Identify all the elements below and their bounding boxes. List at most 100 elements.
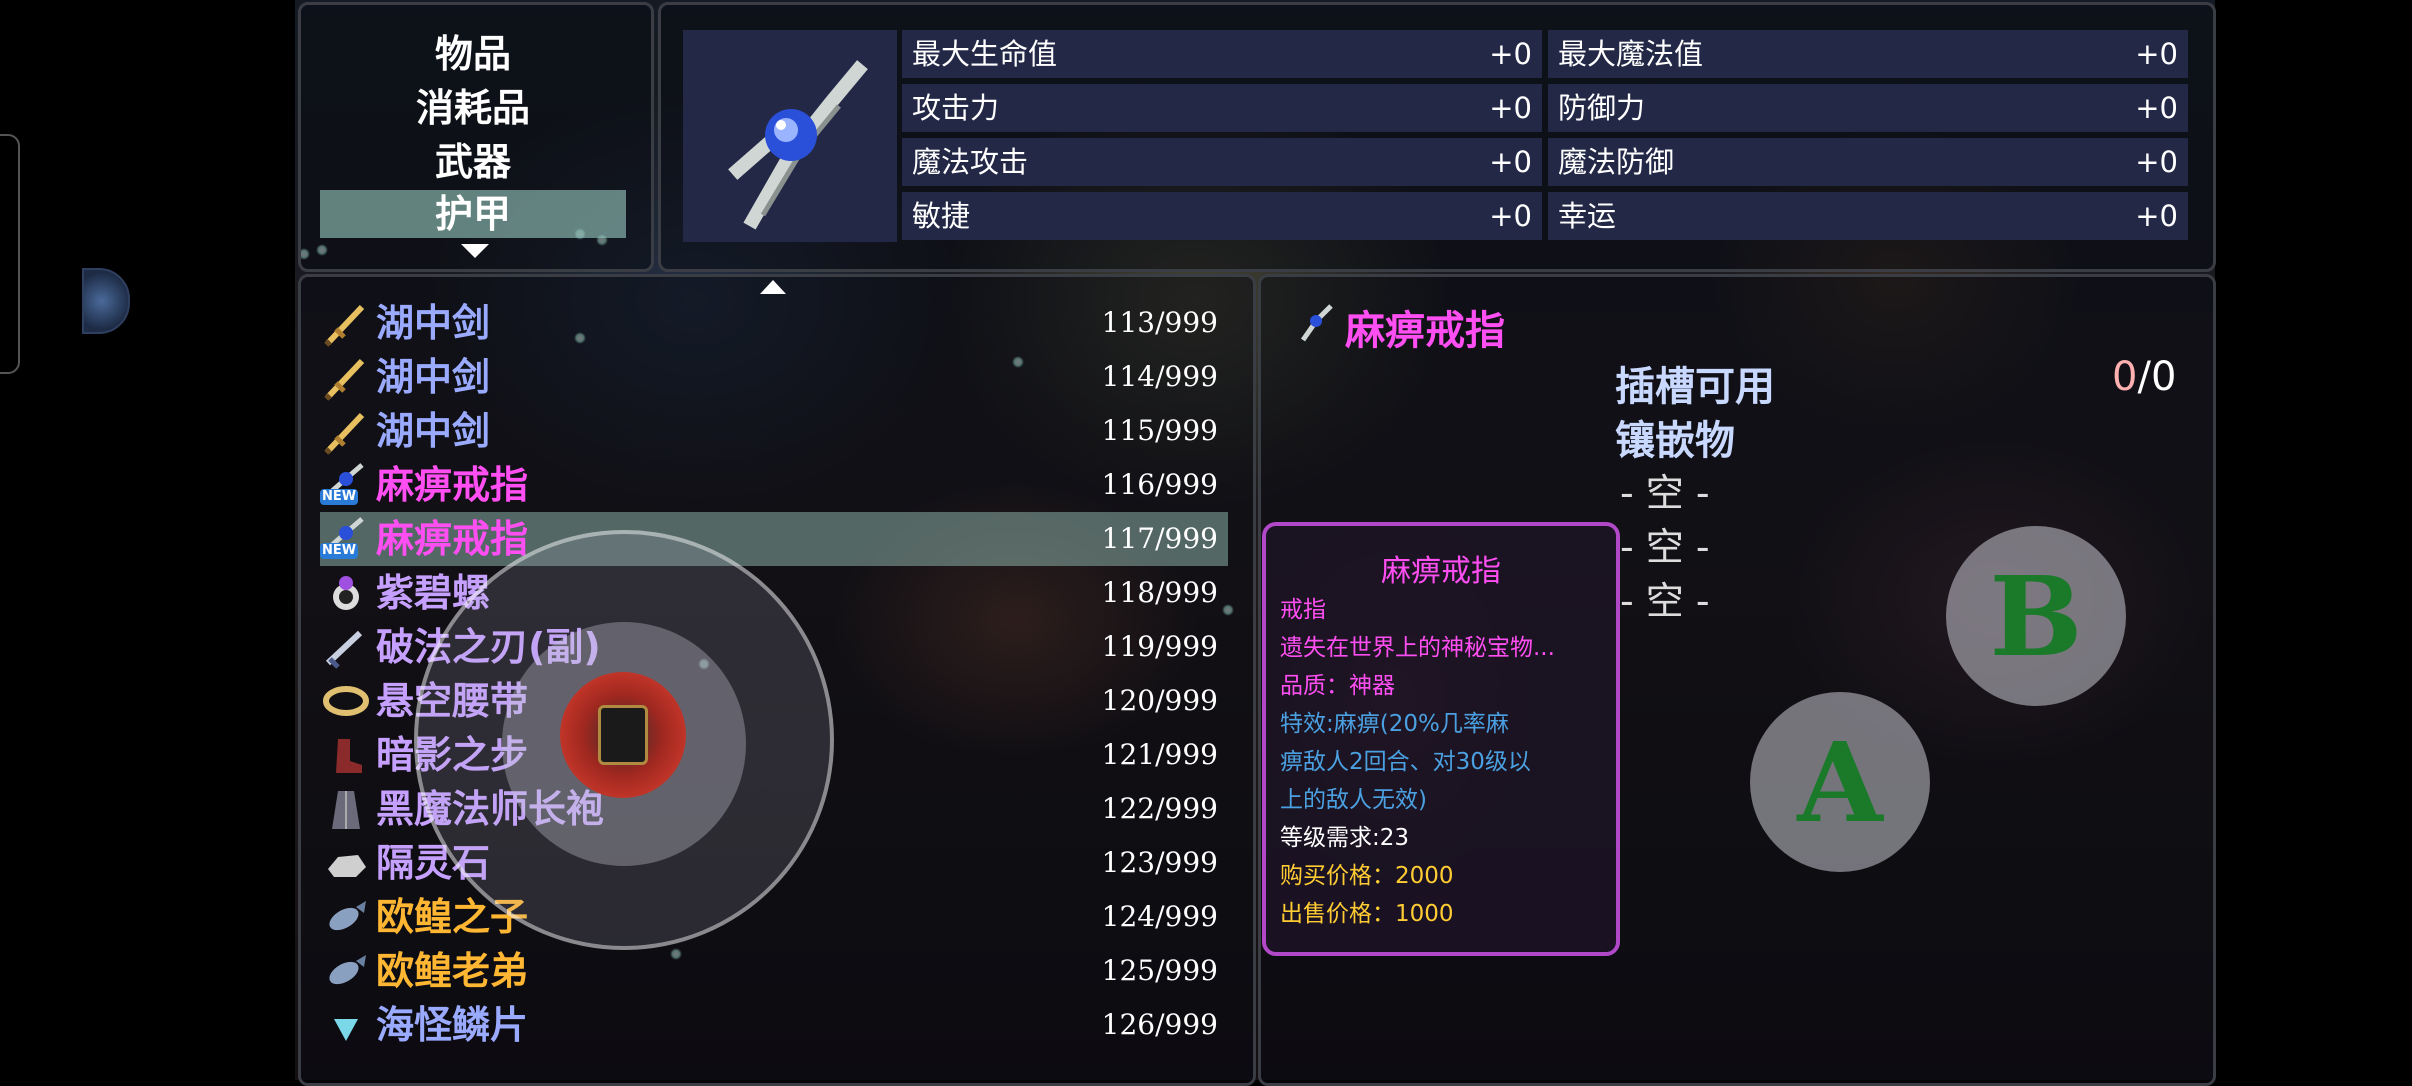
stat-label: 敏捷: [912, 199, 971, 233]
slot-count: 0/0: [2112, 354, 2176, 400]
slot-total: 0: [2150, 354, 2177, 400]
stat-max-hp: 最大生命值 +0: [902, 30, 1542, 78]
purple-orb-icon: [322, 569, 370, 617]
tooltip-line: 出售价格：1000: [1280, 901, 1454, 927]
item-quantity: 126/999: [1101, 1008, 1218, 1041]
stat-label: 防御力: [1558, 91, 1646, 125]
joystick-knob[interactable]: [560, 672, 686, 798]
stat-label: 魔法防御: [1558, 145, 1675, 179]
category-items[interactable]: 物品: [320, 30, 626, 78]
fish-icon: [322, 893, 370, 941]
stat-label: 最大魔法值: [1558, 37, 1704, 71]
sword-icon: [322, 299, 370, 347]
tooltip-line: 等级需求:23: [1280, 825, 1410, 851]
tooltip-line: 遗失在世界上的神秘宝物...: [1280, 635, 1555, 661]
socket-label: 镶嵌物: [1615, 418, 1735, 464]
item-quantity: 119/999: [1101, 630, 1218, 663]
sword-icon: [322, 407, 370, 455]
empty-socket: - 空 -: [1620, 525, 1710, 569]
item-row[interactable]: 欧鳇之子 124/999: [320, 890, 1228, 944]
item-name: 湖中剑: [376, 301, 491, 345]
tooltip-line: 戒指: [1280, 597, 1326, 623]
detail-item-title: 麻痹戒指: [1345, 308, 1505, 354]
tooltip-line: 品质：神器: [1280, 673, 1395, 699]
item-name: 欧鳇老弟: [376, 949, 529, 993]
b-button[interactable]: B: [1946, 526, 2126, 706]
stat-defense: 防御力 +0: [1548, 84, 2188, 132]
item-row[interactable]: 湖中剑 115/999: [320, 404, 1228, 458]
scale-icon: [322, 1001, 370, 1049]
item-quantity: 124/999: [1101, 900, 1218, 933]
item-name: 湖中剑: [376, 355, 491, 399]
item-name: 海怪鳞片: [376, 1003, 529, 1047]
stat-magic-defense: 魔法防御 +0: [1548, 138, 2188, 186]
item-quantity: 113/999: [1101, 306, 1218, 339]
item-row[interactable]: 湖中剑 114/999: [320, 350, 1228, 404]
new-badge: NEW: [320, 489, 359, 505]
item-row[interactable]: 海怪鳞片 126/999: [320, 998, 1228, 1052]
stone-icon: [322, 839, 370, 887]
empty-socket: - 空 -: [1620, 471, 1710, 515]
item-row[interactable]: NEW 麻痹戒指 117/999: [320, 512, 1228, 566]
item-preview-image: [683, 30, 897, 242]
ring-icon: NEW: [320, 515, 370, 563]
item-row[interactable]: NEW 麻痹戒指 116/999: [320, 458, 1228, 512]
item-quantity: 117/999: [1101, 522, 1218, 555]
slot-available-label: 插槽可用: [1615, 364, 1775, 410]
category-armor[interactable]: 护甲: [320, 190, 626, 238]
boot-icon: [322, 731, 370, 779]
item-quantity: 120/999: [1101, 684, 1218, 717]
item-row[interactable]: 欧鳇老弟 125/999: [320, 944, 1228, 998]
category-weapons[interactable]: 武器: [320, 138, 626, 186]
belt-icon: [322, 677, 370, 725]
category-consumables[interactable]: 消耗品: [320, 84, 626, 132]
slot-used: 0: [2112, 354, 2138, 400]
item-quantity: 121/999: [1101, 738, 1218, 771]
stat-label: 最大生命值: [912, 37, 1058, 71]
stat-max-mp: 最大魔法值 +0: [1548, 30, 2188, 78]
item-row[interactable]: 湖中剑 113/999: [320, 296, 1228, 350]
scroll-up-arrow-icon[interactable]: [760, 280, 786, 294]
stat-label: 魔法攻击: [912, 145, 1029, 179]
stat-value: +0: [1489, 91, 1532, 125]
item-name: 麻痹戒指: [376, 463, 529, 507]
tooltip-title: 麻痹戒指: [1381, 554, 1501, 589]
fish-icon: [322, 947, 370, 995]
item-quantity: 114/999: [1101, 360, 1218, 393]
robe-icon: [322, 785, 370, 833]
tooltip-line: 痹敌人2回合、对30级以: [1280, 749, 1531, 775]
tooltip-line: 购买价格：2000: [1280, 863, 1454, 889]
item-quantity: 122/999: [1101, 792, 1218, 825]
stat-luck: 幸运 +0: [1548, 192, 2188, 240]
stat-value: +0: [2135, 199, 2178, 233]
stat-value: +0: [1489, 199, 1532, 233]
stat-value: +0: [2135, 37, 2178, 71]
item-quantity: 115/999: [1101, 414, 1218, 447]
item-quantity: 118/999: [1101, 576, 1218, 609]
a-button[interactable]: A: [1750, 692, 1930, 872]
stat-value: +0: [1489, 37, 1532, 71]
dagger-icon: [322, 623, 370, 671]
item-quantity: 123/999: [1101, 846, 1218, 879]
ring-icon: [1300, 304, 1333, 342]
stat-label: 幸运: [1558, 199, 1617, 233]
item-quantity: 125/999: [1101, 954, 1218, 987]
stat-value: +0: [1489, 145, 1532, 179]
side-edge-handle[interactable]: [0, 134, 20, 374]
stat-value: +0: [2135, 145, 2178, 179]
stat-label: 攻击力: [912, 91, 1000, 125]
scroll-down-arrow-icon[interactable]: [461, 244, 489, 258]
ring-icon: NEW: [320, 461, 370, 509]
ring-wand-icon: [728, 60, 868, 230]
stat-magic-attack: 魔法攻击 +0: [902, 138, 1542, 186]
sword-icon: [322, 353, 370, 401]
joystick-knob-emblem-icon: [598, 705, 648, 765]
stat-value: +0: [2135, 91, 2178, 125]
new-badge: NEW: [320, 543, 359, 559]
stat-attack: 攻击力 +0: [902, 84, 1542, 132]
tooltip-line: 上的敌人无效): [1280, 787, 1427, 813]
item-quantity: 116/999: [1101, 468, 1218, 501]
item-name: 湖中剑: [376, 409, 491, 453]
slot-separator: /: [2137, 354, 2151, 400]
floating-assist-ball[interactable]: [82, 268, 130, 334]
